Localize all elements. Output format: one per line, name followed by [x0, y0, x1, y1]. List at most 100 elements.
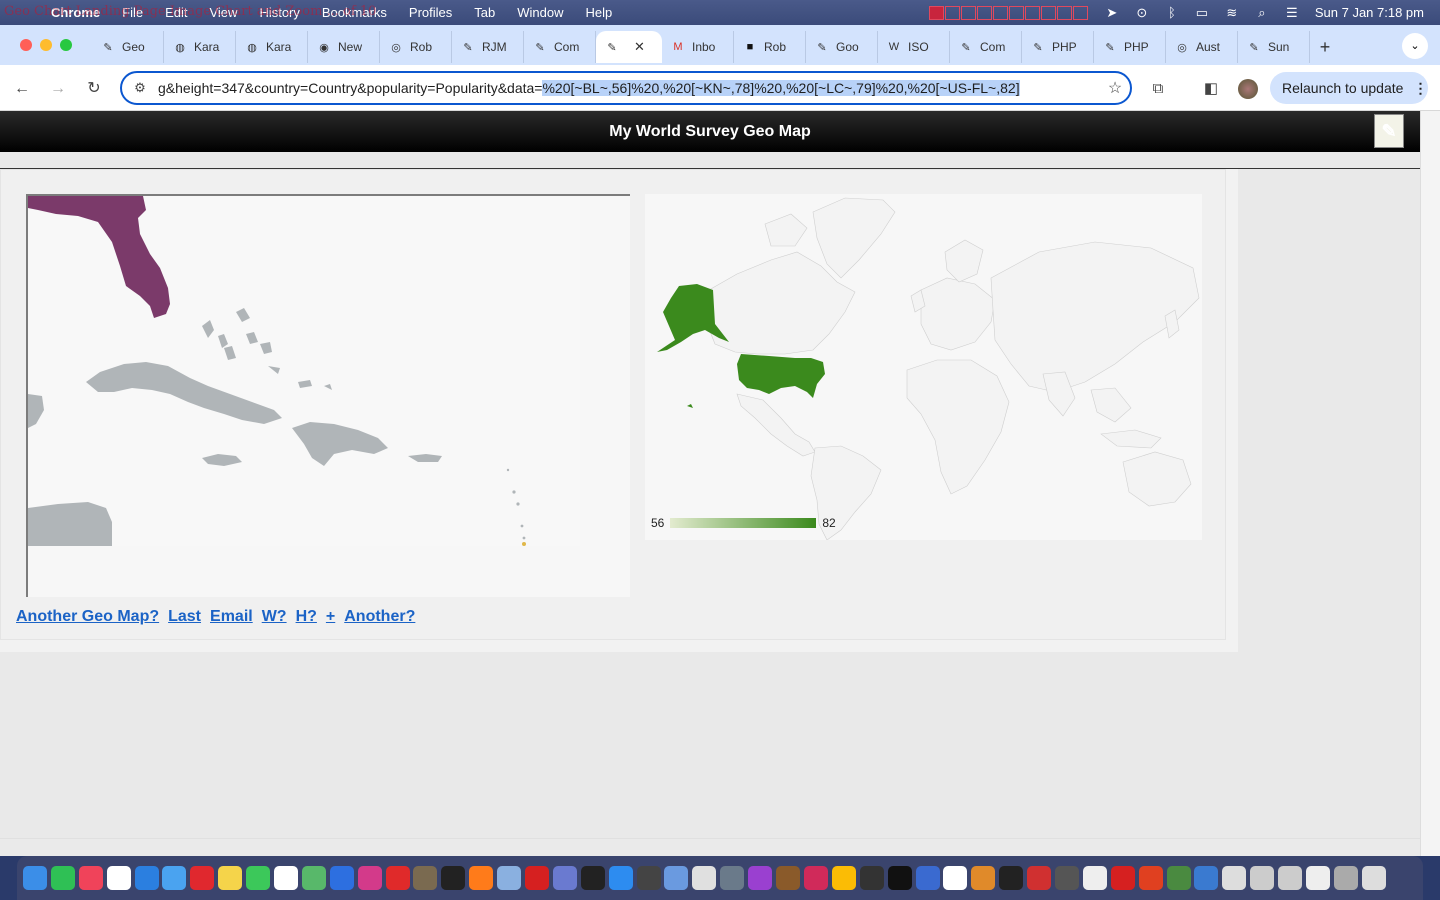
browser-tab[interactable]: ◎ Rob	[380, 31, 452, 63]
firefox-icon[interactable]	[469, 866, 494, 890]
height-link[interactable]: H?	[296, 608, 317, 626]
finder-icon[interactable]	[23, 866, 47, 890]
browser-tab[interactable]: ■ Rob	[734, 31, 806, 63]
trash-icon[interactable]	[1361, 866, 1386, 890]
messages-icon[interactable]	[50, 866, 75, 890]
forward-button[interactable]: →	[46, 77, 70, 101]
notes-icon[interactable]	[218, 866, 243, 890]
bbedit-icon[interactable]	[552, 866, 577, 890]
address-url-selection[interactable]: %20[~BL~,56]%20,%20[~KN~,78]%20,%20[~LC~…	[542, 80, 1020, 96]
scripts-icon[interactable]	[859, 866, 884, 890]
bluetooth-icon[interactable]: ᛒ	[1157, 5, 1187, 20]
reload-button[interactable]: ↻	[82, 77, 106, 101]
browser-tab[interactable]: ✎ Com	[524, 31, 596, 63]
extensions-icon[interactable]: ⧉	[1146, 77, 1170, 101]
location-arrow-icon[interactable]: ➤	[1097, 5, 1127, 21]
browser-tab[interactable]: W ISO	[878, 31, 950, 63]
podcasts-icon[interactable]	[748, 866, 773, 890]
browser-tab[interactable]: ✎ RJM	[452, 31, 524, 63]
bookmark-star-icon[interactable]: ☆	[1100, 78, 1130, 98]
tab-active[interactable]: ✎ ✕	[596, 31, 662, 63]
regional-zoom-map[interactable]	[26, 194, 630, 597]
pen-icon[interactable]	[664, 866, 689, 890]
another-geo-map-link[interactable]: Another Geo Map?	[16, 608, 159, 626]
wifi-icon[interactable]: ≋	[1217, 5, 1247, 21]
browser-tab[interactable]: ✎ Goo	[806, 31, 878, 63]
opera-icon[interactable]	[190, 866, 215, 890]
rig-icon[interactable]	[413, 866, 438, 890]
photos-icon[interactable]	[357, 866, 382, 890]
safari-icon[interactable]	[134, 866, 159, 890]
filezilla-icon[interactable]	[525, 866, 550, 890]
window-icon[interactable]	[1222, 866, 1247, 890]
quicktime-icon[interactable]	[915, 866, 940, 890]
compass-icon[interactable]	[1138, 866, 1163, 890]
close-window-button[interactable]	[20, 39, 32, 51]
more-menu-icon[interactable]: ⋮	[1413, 80, 1427, 97]
menu-window[interactable]: Window	[506, 5, 574, 20]
books-icon[interactable]	[776, 866, 801, 890]
side-panel-icon[interactable]: ◧	[1199, 77, 1223, 101]
menu-clock[interactable]: Sun 7 Jan 7:18 pm	[1307, 5, 1440, 20]
menu-profiles[interactable]: Profiles	[398, 5, 463, 20]
photobooth-icon[interactable]	[803, 866, 828, 890]
notepad-edit-icon[interactable]: ✎	[1374, 114, 1404, 148]
another-link[interactable]: Another?	[344, 608, 415, 626]
numbers-icon[interactable]	[1166, 866, 1191, 890]
minimize-window-button[interactable]	[40, 39, 52, 51]
back-button[interactable]: ←	[10, 77, 34, 101]
relaunch-button[interactable]: Relaunch to update ⋮	[1270, 72, 1428, 104]
maps-icon[interactable]	[301, 866, 326, 890]
reminders-icon[interactable]	[106, 866, 131, 890]
window-4-icon[interactable]	[1305, 866, 1330, 890]
browser-tab[interactable]: ✎ Geo	[92, 31, 164, 63]
width-link[interactable]: W?	[262, 608, 287, 626]
browser-tab[interactable]: M Inbo	[662, 31, 734, 63]
zoom-window-button[interactable]	[60, 39, 72, 51]
note-icon[interactable]	[1082, 866, 1107, 890]
world-geo-map[interactable]: 56 82	[645, 194, 1202, 540]
calendar-icon[interactable]	[692, 866, 717, 890]
menu-help[interactable]: Help	[575, 5, 624, 20]
console-icon[interactable]	[999, 866, 1024, 890]
menu-tab[interactable]: Tab	[463, 5, 506, 20]
spotlight-search-icon[interactable]: ⌕	[1247, 5, 1277, 21]
gimp-icon[interactable]	[1054, 866, 1079, 890]
app-icon[interactable]	[1027, 866, 1052, 890]
browser-tab[interactable]: ✎ Com	[950, 31, 1022, 63]
region-highlight-dot[interactable]	[522, 542, 526, 546]
calculator-icon[interactable]	[636, 866, 661, 890]
plus-link[interactable]: +	[326, 608, 335, 626]
page-scrollbar[interactable]	[1420, 111, 1440, 856]
new-tab-button[interactable]: +	[1310, 31, 1340, 65]
control-center-icon[interactable]: ☰	[1277, 5, 1307, 21]
address-url[interactable]: g&height=347&country=Country&popularity=…	[158, 80, 1100, 96]
document-icon[interactable]	[943, 866, 968, 890]
browser-tab[interactable]: ◉ New	[308, 31, 380, 63]
window-3-icon[interactable]	[1278, 866, 1303, 890]
music-icon[interactable]	[78, 866, 103, 890]
browser-tab[interactable]: ◍ Kara	[236, 31, 308, 63]
vlc-icon[interactable]	[971, 866, 996, 890]
appletv-icon[interactable]	[580, 866, 605, 890]
facetime-icon[interactable]	[246, 866, 271, 890]
preview-icon[interactable]	[720, 866, 745, 890]
globe-icon[interactable]	[1194, 866, 1219, 890]
play-circle-icon[interactable]: ⊙	[1127, 5, 1157, 21]
browser-tab[interactable]: ◍ Kara	[164, 31, 236, 63]
window-2-icon[interactable]	[1250, 866, 1275, 890]
terminal-2-icon[interactable]	[887, 866, 912, 890]
browser-tab[interactable]: ◎ Aust	[1166, 31, 1238, 63]
battery-icon[interactable]: ▭	[1187, 5, 1217, 21]
terminal-icon[interactable]	[441, 866, 466, 890]
opera-gx-icon[interactable]	[1110, 866, 1135, 890]
zoom-icon[interactable]	[329, 866, 354, 890]
site-info-icon[interactable]: ⚙	[122, 80, 158, 96]
email-link[interactable]: Email	[210, 608, 253, 626]
profile-avatar[interactable]	[1238, 79, 1258, 99]
tab-search-button[interactable]: ⌄	[1402, 33, 1428, 59]
window-5-icon[interactable]	[1333, 866, 1358, 890]
browser-tab[interactable]: ✎ PHP	[1094, 31, 1166, 63]
textedit-icon[interactable]	[274, 866, 299, 890]
launchpad-icon[interactable]	[497, 866, 522, 890]
